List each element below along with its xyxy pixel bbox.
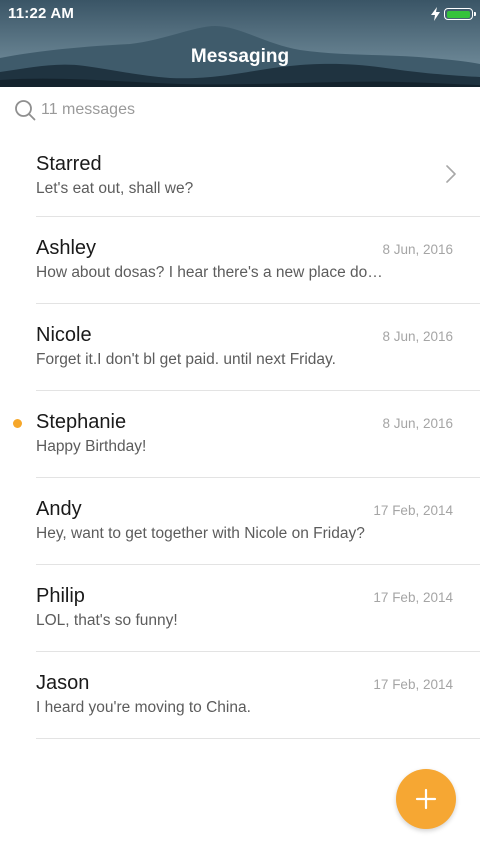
conversation-preview: LOL, that's so funny! bbox=[36, 612, 178, 629]
battery-icon bbox=[444, 8, 476, 20]
page-title: Messaging bbox=[190, 46, 290, 67]
conversation-preview: Hey, want to get together with Nicole on… bbox=[36, 525, 365, 542]
conversation-preview: How about dosas? I hear there's a new pl… bbox=[36, 264, 383, 281]
conversation-row-andy[interactable]: Andy 17 Feb, 2014 Hey, want to get toget… bbox=[0, 478, 480, 565]
conversation-name: Andy bbox=[36, 498, 82, 520]
conversation-row-jason[interactable]: Jason 17 Feb, 2014 I heard you're moving… bbox=[0, 652, 480, 739]
plus-icon bbox=[415, 788, 437, 810]
conversation-preview: Forget it.I don't bl get paid. until nex… bbox=[36, 351, 336, 368]
conversation-date: 17 Feb, 2014 bbox=[373, 590, 453, 605]
conversation-date: 8 Jun, 2016 bbox=[382, 329, 453, 344]
battery-tip bbox=[474, 11, 476, 16]
conversation-row-nicole[interactable]: Nicole 8 Jun, 2016 Forget it.I don't bl … bbox=[0, 304, 480, 391]
charging-bolt-icon bbox=[431, 7, 440, 21]
conversation-preview: I heard you're moving to China. bbox=[36, 699, 251, 716]
status-time: 11:22 AM bbox=[8, 5, 75, 22]
conversation-date: 17 Feb, 2014 bbox=[373, 677, 453, 692]
search-input[interactable]: 11 messages bbox=[41, 101, 135, 119]
search-icon bbox=[15, 100, 36, 121]
battery-fill bbox=[446, 10, 470, 18]
conversation-preview: Happy Birthday! bbox=[36, 438, 147, 455]
divider bbox=[36, 738, 480, 739]
conversation-name: Starred bbox=[36, 153, 102, 175]
conversation-row-stephanie[interactable]: Stephanie 8 Jun, 2016 Happy Birthday! bbox=[0, 391, 480, 478]
app-header: 11:22 AM Messaging bbox=[0, 0, 480, 87]
status-icons bbox=[431, 6, 476, 22]
conversation-name: Nicole bbox=[36, 324, 92, 346]
unread-indicator bbox=[13, 419, 22, 428]
conversation-name: Stephanie bbox=[36, 411, 127, 433]
conversation-name: Ashley bbox=[36, 237, 97, 259]
conversation-name: Jason bbox=[36, 672, 90, 694]
conversation-row-starred[interactable]: Starred Let's eat out, shall we? bbox=[0, 133, 480, 217]
conversation-name: Philip bbox=[36, 585, 85, 607]
search-bar[interactable]: 11 messages bbox=[0, 87, 480, 133]
conversation-date: 17 Feb, 2014 bbox=[373, 503, 453, 518]
new-message-button[interactable] bbox=[396, 769, 456, 829]
conversation-date: 8 Jun, 2016 bbox=[382, 416, 453, 431]
conversation-list: Starred Let's eat out, shall we? Ashley … bbox=[0, 133, 480, 739]
conversation-row-philip[interactable]: Philip 17 Feb, 2014 LOL, that's so funny… bbox=[0, 565, 480, 652]
conversation-preview: Let's eat out, shall we? bbox=[36, 180, 194, 197]
chevron-right-icon bbox=[446, 165, 456, 183]
conversation-date: 8 Jun, 2016 bbox=[382, 242, 453, 257]
conversation-row-ashley[interactable]: Ashley 8 Jun, 2016 How about dosas? I he… bbox=[0, 217, 480, 304]
